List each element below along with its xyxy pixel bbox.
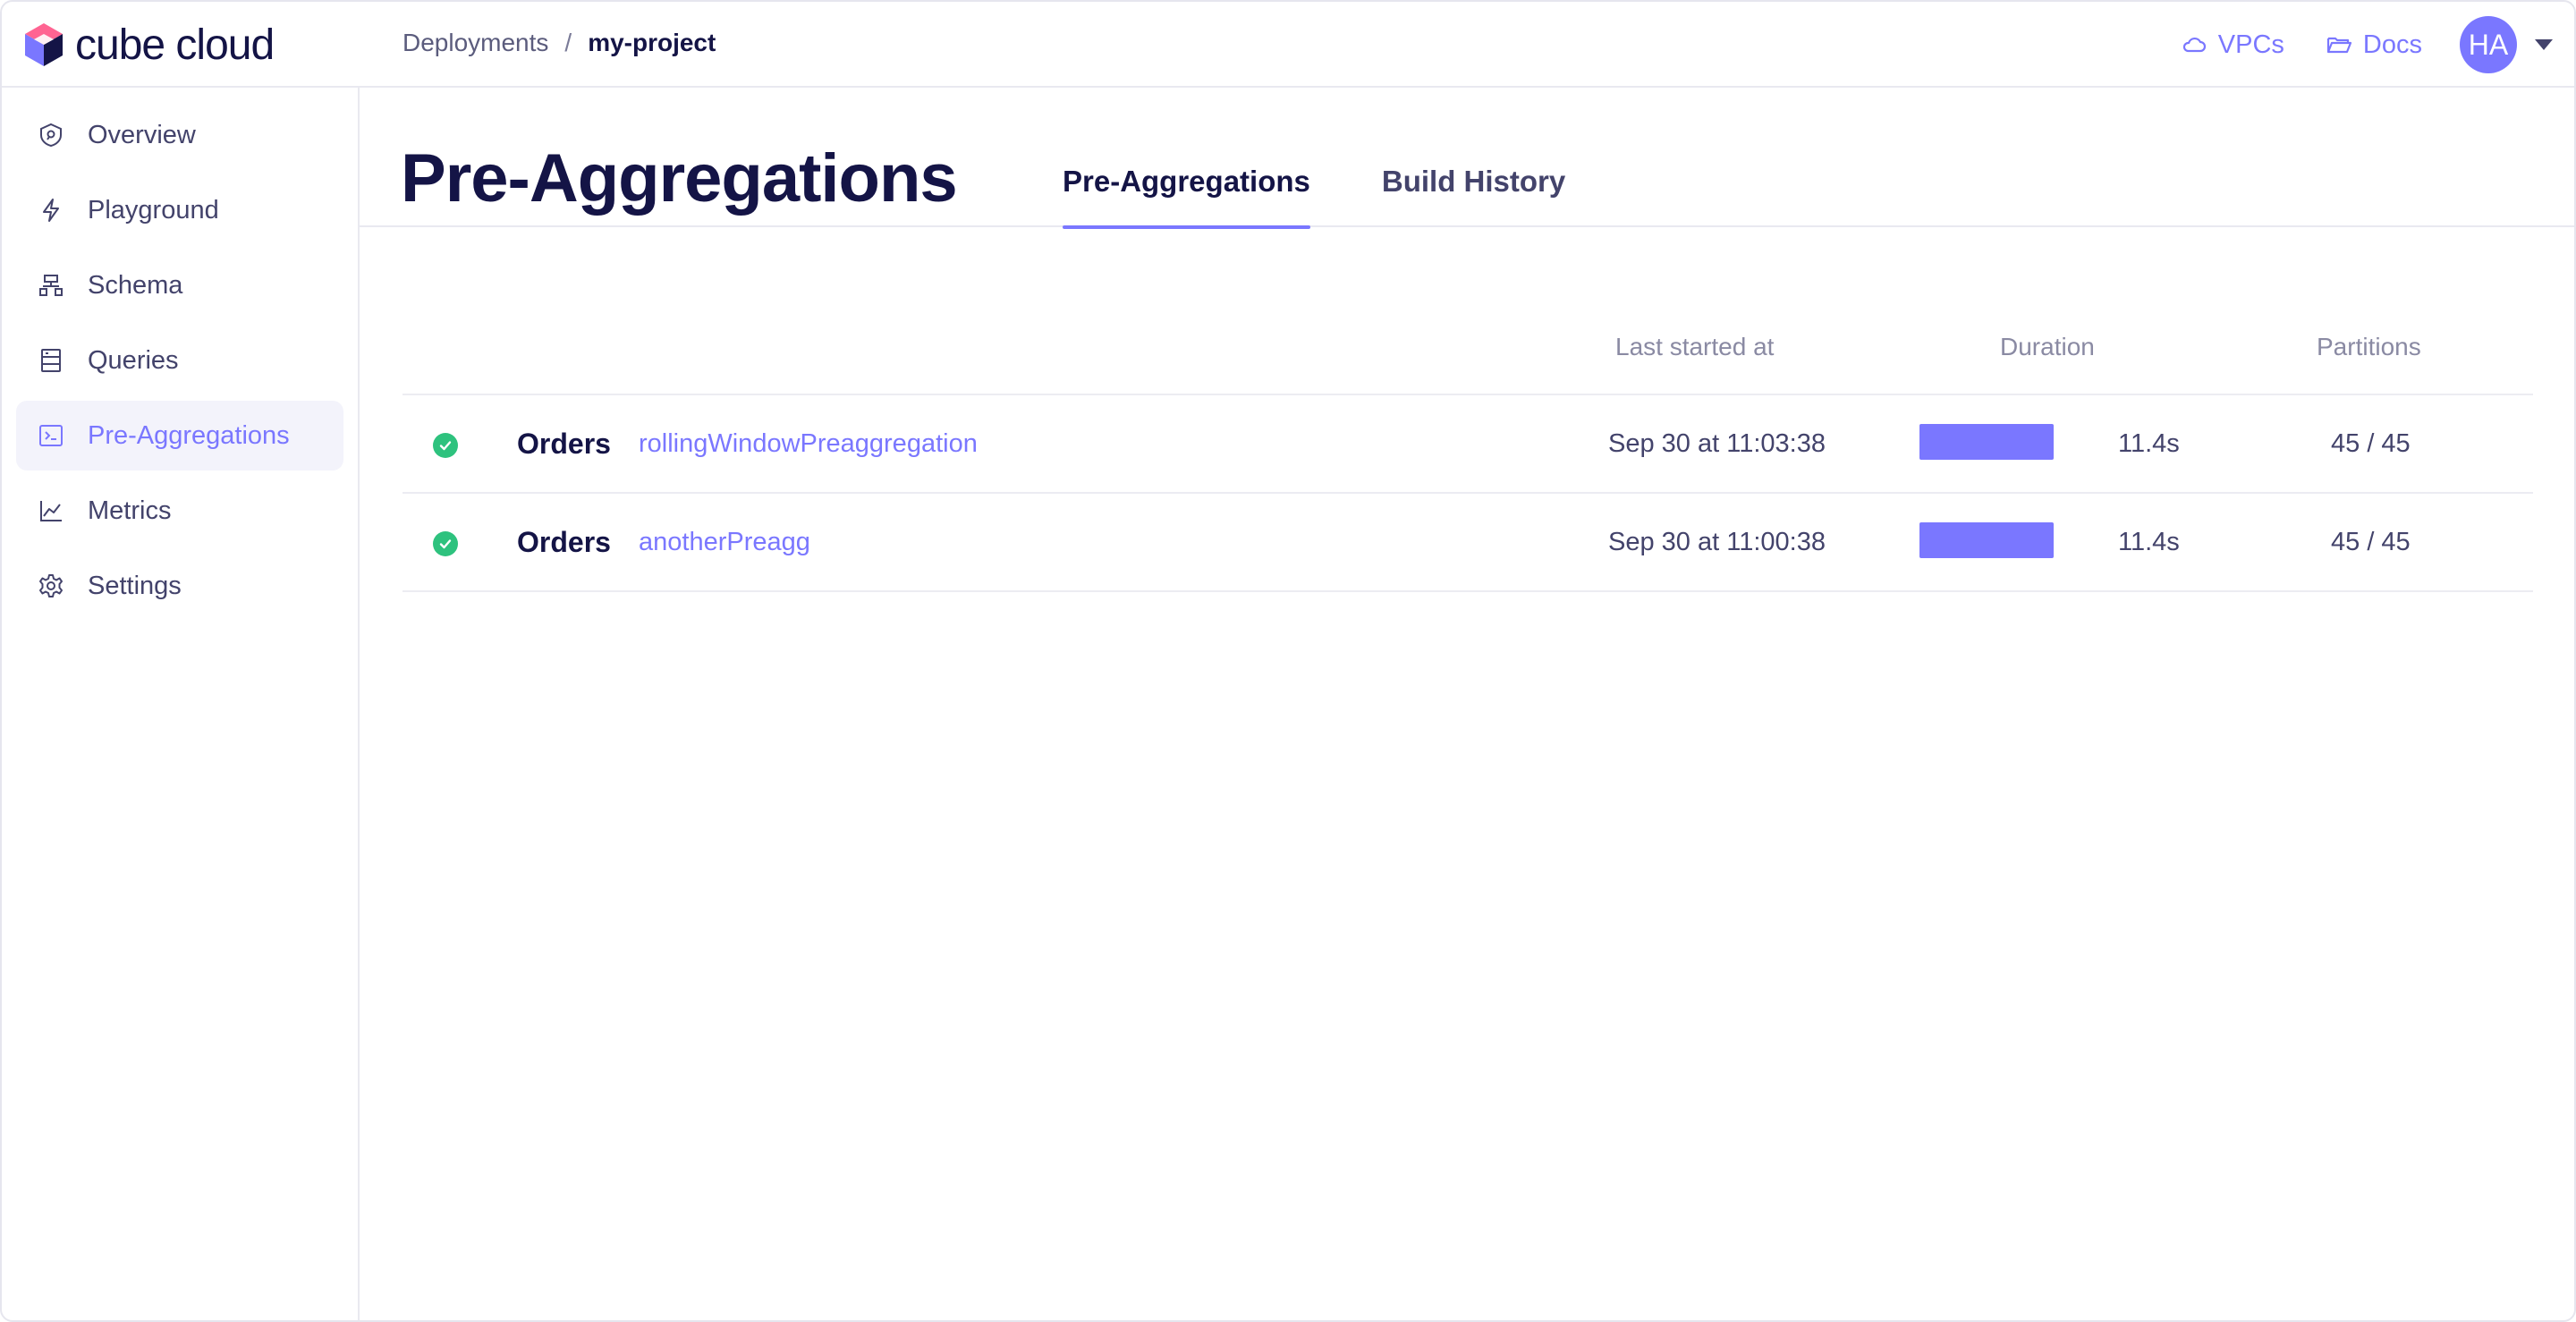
cube-logo-icon <box>25 23 63 66</box>
last-started-value: Sep 30 at 11:00:38 <box>1608 528 1826 556</box>
partitions-value: 45 / 45 <box>2331 528 2411 556</box>
app-window: cube cloud Deployments / my-project VPCs… <box>0 0 2576 1322</box>
docs-label: Docs <box>2362 30 2422 59</box>
sidebar-item-schema[interactable]: Schema <box>16 250 343 320</box>
sidebar-item-label: Overview <box>88 120 196 149</box>
preaggregation-link[interactable]: rollingWindowPreaggregation <box>639 429 978 459</box>
sidebar-item-label: Playground <box>88 195 219 225</box>
sidebar-item-queries[interactable]: Queries <box>16 326 343 395</box>
lightning-icon <box>43 199 59 222</box>
main-content: Pre-Aggregations Pre-Aggregations Build … <box>360 88 2574 1320</box>
docs-link[interactable]: Docs <box>2326 30 2422 60</box>
vpcs-label: VPCs <box>2217 30 2284 59</box>
tabs: Pre-Aggregations Build History <box>1063 165 1637 229</box>
breadcrumb: Deployments / my-project <box>402 29 716 57</box>
queries-icon <box>41 349 61 372</box>
gear-icon <box>39 574 63 597</box>
top-right-nav: VPCs Docs HA <box>2181 14 2553 75</box>
breadcrumb-separator: / <box>564 29 572 56</box>
cube-name: Orders <box>517 428 611 460</box>
sidebar-item-overview[interactable]: Overview <box>16 100 343 170</box>
cloud-icon <box>2182 37 2206 53</box>
chevron-down-icon[interactable] <box>2535 39 2553 50</box>
cube-cloud-logo[interactable]: cube cloud <box>21 20 275 70</box>
column-header-partitions: Partitions <box>2317 333 2421 360</box>
pre-aggregations-table: Last started at Duration Partitions Orde… <box>402 329 2533 592</box>
tab-build-history[interactable]: Build History <box>1382 165 1565 227</box>
partitions-value: 45 / 45 <box>2331 429 2411 458</box>
duration-bar <box>1919 522 2054 558</box>
column-header-duration: Duration <box>2000 333 2095 360</box>
breadcrumb-current[interactable]: my-project <box>588 29 716 57</box>
schema-icon <box>39 275 63 296</box>
duration-bar-fill <box>1919 424 2054 460</box>
breadcrumb-deployments[interactable]: Deployments <box>402 29 548 57</box>
table-header: Last started at Duration Partitions <box>402 329 2533 395</box>
sidebar-item-label: Settings <box>88 571 182 600</box>
sidebar-item-metrics[interactable]: Metrics <box>16 476 343 546</box>
sidebar-item-label: Schema <box>88 270 183 300</box>
page-title: Pre-Aggregations <box>401 140 958 216</box>
duration-value: 11.4s <box>2118 429 2180 458</box>
column-header-last-started: Last started at <box>1615 333 1775 360</box>
duration-value: 11.4s <box>2118 528 2180 556</box>
terminal-icon <box>39 425 63 446</box>
sidebar-item-label: Metrics <box>88 496 172 525</box>
folder-icon <box>2326 37 2352 54</box>
tab-pre-aggregations[interactable]: Pre-Aggregations <box>1063 165 1310 229</box>
duration-bar <box>1919 424 2054 460</box>
sidebar: Overview Playground Schema Queries Pre-A… <box>2 88 360 1320</box>
logo-text: cube cloud <box>75 21 275 69</box>
user-avatar[interactable]: HA <box>2460 16 2517 73</box>
table-row[interactable]: Orders rollingWindowPreaggregation Sep 3… <box>402 395 2533 494</box>
overview-shield-icon <box>40 123 62 148</box>
page-header: Pre-Aggregations Pre-Aggregations Build … <box>360 88 2574 229</box>
preaggregation-link[interactable]: anotherPreagg <box>639 528 810 557</box>
sidebar-item-settings[interactable]: Settings <box>16 551 343 621</box>
sidebar-item-pre-aggregations[interactable]: Pre-Aggregations <box>16 401 343 470</box>
last-started-value: Sep 30 at 11:03:38 <box>1608 429 1826 458</box>
sidebar-item-label: Queries <box>88 345 179 375</box>
duration-bar-fill <box>1919 522 2054 558</box>
vpcs-link[interactable]: VPCs <box>2181 30 2284 60</box>
chart-icon <box>40 501 62 521</box>
sidebar-item-label: Pre-Aggregations <box>88 420 290 450</box>
sidebar-item-playground[interactable]: Playground <box>16 175 343 245</box>
success-check-icon <box>433 433 458 458</box>
success-check-icon <box>433 531 458 556</box>
top-bar: cube cloud Deployments / my-project VPCs… <box>2 2 2574 88</box>
cube-name: Orders <box>517 526 611 558</box>
table-row[interactable]: Orders anotherPreagg Sep 30 at 11:00:38 … <box>402 494 2533 592</box>
